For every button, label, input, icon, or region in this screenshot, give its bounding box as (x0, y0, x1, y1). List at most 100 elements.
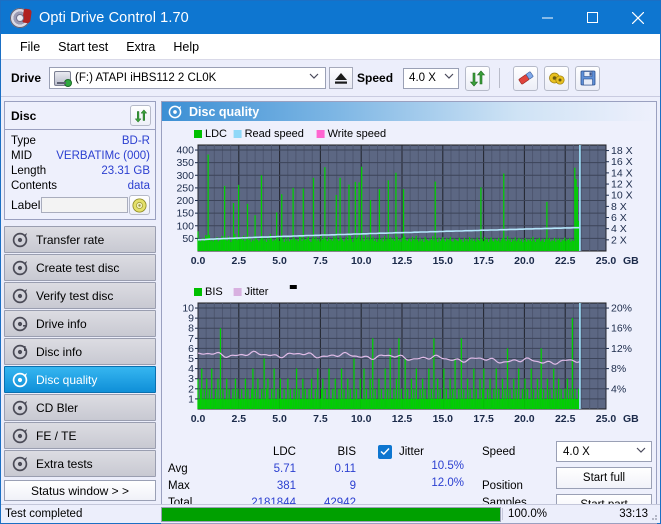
start-full-button[interactable]: Start full (556, 467, 652, 489)
main-panel: Disc quality LDC Read speed Write speed 50 1… (159, 97, 661, 524)
sidebar: Disc Type BD-R MID VERBATIMc (000) Lengt… (1, 97, 159, 509)
svg-text:0.0: 0.0 (191, 413, 206, 425)
check-icon (380, 447, 390, 456)
svg-text:350: 350 (176, 157, 194, 169)
app-disc-icon (10, 7, 30, 28)
svg-text:16%: 16% (611, 323, 632, 335)
sidebar-item-label: Extra tests (36, 456, 93, 471)
sidebar-item-create-test-disc[interactable]: Create test disc (4, 254, 156, 281)
disc-quality-icon (12, 372, 28, 388)
save-button[interactable] (575, 65, 601, 91)
charts-area: LDC Read speed Write speed 50 100 150 200 250 30… (162, 121, 656, 439)
status-text: Test completed (5, 508, 83, 520)
status-window-button[interactable]: Status window > > (4, 480, 156, 501)
disc-row-value: VERBATIMc (000) (56, 149, 150, 162)
disc-row-key: Type (11, 134, 36, 147)
disc-test-icon (12, 428, 28, 444)
menu-file[interactable]: File (11, 37, 49, 57)
svg-text:17.5: 17.5 (473, 255, 494, 267)
close-icon[interactable] (615, 1, 660, 34)
sidebar-item-label: Transfer rate (36, 232, 105, 247)
menu-help[interactable]: Help (164, 37, 208, 57)
disc-label-input[interactable] (41, 197, 129, 213)
svg-text:8%: 8% (611, 363, 626, 375)
window-title: Opti Drive Control 1.70 (39, 9, 189, 26)
svg-text:BIS: BIS (205, 286, 223, 298)
svg-text:12%: 12% (611, 343, 632, 355)
stats-value-bis: 0.11 (334, 462, 356, 475)
sidebar-item-fe-te[interactable]: FE / TE (4, 422, 156, 449)
svg-text:Write speed: Write speed (328, 128, 387, 140)
menu-start-test[interactable]: Start test (49, 37, 117, 57)
svg-text:150: 150 (176, 208, 194, 220)
panel-header: Disc quality (162, 102, 656, 121)
disc-quality-icon (168, 105, 182, 119)
svg-text:2.5: 2.5 (231, 413, 246, 425)
disc-row-key: Contents (11, 179, 58, 192)
svg-text:Read speed: Read speed (245, 128, 304, 140)
sidebar-item-transfer-rate[interactable]: Transfer rate (4, 226, 156, 253)
toolbar-divider (499, 68, 501, 88)
sidebar-item-extra-tests[interactable]: Extra tests (4, 450, 156, 477)
disc-panel-header: Disc (5, 102, 155, 130)
disc-row-value: BD-R (121, 134, 150, 147)
sidebar-item-cd-bler[interactable]: CD Bler (4, 394, 156, 421)
stats-row-max: Max 381 9 (168, 477, 356, 494)
jitter-checkbox[interactable] (378, 444, 392, 459)
minimize-icon[interactable] (525, 1, 570, 34)
speed-select[interactable]: 4.0 X (403, 67, 460, 89)
sidebar-item-label: FE / TE (36, 428, 77, 443)
eject-button[interactable] (329, 67, 354, 89)
svg-text:300: 300 (176, 170, 194, 182)
svg-text:17.5: 17.5 (473, 413, 494, 425)
drive-label: Drive (11, 71, 42, 85)
jitter-header: Jitter (378, 443, 464, 460)
svg-text:2 X: 2 X (611, 234, 627, 246)
save-icon (580, 70, 595, 86)
chevron-down-icon (636, 447, 646, 454)
svg-text:10 X: 10 X (611, 190, 633, 202)
content: Disc Type BD-R MID VERBATIMc (000) Lengt… (1, 97, 661, 524)
svg-text:12.5: 12.5 (392, 413, 413, 425)
refresh-button[interactable] (465, 65, 491, 91)
resize-grip[interactable] (648, 511, 658, 521)
sidebar-item-label: Disc info (36, 344, 83, 359)
svg-text:7.5: 7.5 (313, 413, 328, 425)
test-speed-select[interactable]: 4.0 X (556, 441, 652, 462)
disc-quality-panel: Disc quality LDC Read speed Write speed 50 1… (161, 101, 657, 524)
svg-text:5.0: 5.0 (272, 255, 287, 267)
drive-icon (54, 70, 73, 87)
ldc-chart: LDC Read speed Write speed 50 100 150 200 250 30… (164, 123, 654, 281)
svg-text:6 X: 6 X (611, 212, 627, 224)
disc-row-key: MID (11, 149, 33, 162)
svg-text:100: 100 (176, 220, 194, 232)
page-title: Disc quality (189, 104, 260, 119)
app-window: Opti Drive Control 1.70 File Start test … (0, 0, 661, 524)
sidebar-item-disc-quality[interactable]: Disc quality (4, 366, 156, 393)
test-speed-value: 4.0 X (563, 445, 590, 458)
disc-row-value: data (127, 179, 150, 192)
svg-text:LDC: LDC (205, 128, 227, 140)
erase-button[interactable] (513, 65, 539, 91)
menu-extra[interactable]: Extra (117, 37, 164, 57)
refresh-icon (134, 108, 147, 123)
bis-chart: BIS Jitter 1 2 3 4 5 6 7 8 9 10 4% 8% 12% 16% 20% 0.0 2.5 5… (164, 281, 654, 439)
svg-text:10: 10 (182, 303, 194, 315)
sidebar-item-drive-info[interactable]: Drive info (4, 310, 156, 337)
disc-icon (132, 198, 147, 212)
disc-info-panel: Disc Type BD-R MID VERBATIMc (000) Lengt… (4, 101, 156, 220)
disc-refresh-button[interactable] (130, 105, 151, 126)
sidebar-item-verify-test-disc[interactable]: Verify test disc (4, 282, 156, 309)
drive-select[interactable]: (F:) ATAPI iHBS112 2 CL0K (49, 67, 327, 89)
drive-info-icon (12, 316, 28, 332)
progress-bar (161, 506, 501, 522)
svg-text:22.5: 22.5 (555, 413, 576, 425)
disc-label-key: Label (11, 198, 41, 212)
disc-label-button[interactable] (129, 195, 150, 215)
sidebar-item-disc-info[interactable]: Disc info (4, 338, 156, 365)
disc-row-key: Length (11, 164, 47, 177)
maximize-icon[interactable] (570, 1, 615, 34)
settings-button[interactable] (544, 65, 570, 91)
disc-row-mid: MID VERBATIMc (000) (11, 148, 150, 163)
svg-text:25.0: 25.0 (596, 413, 617, 425)
